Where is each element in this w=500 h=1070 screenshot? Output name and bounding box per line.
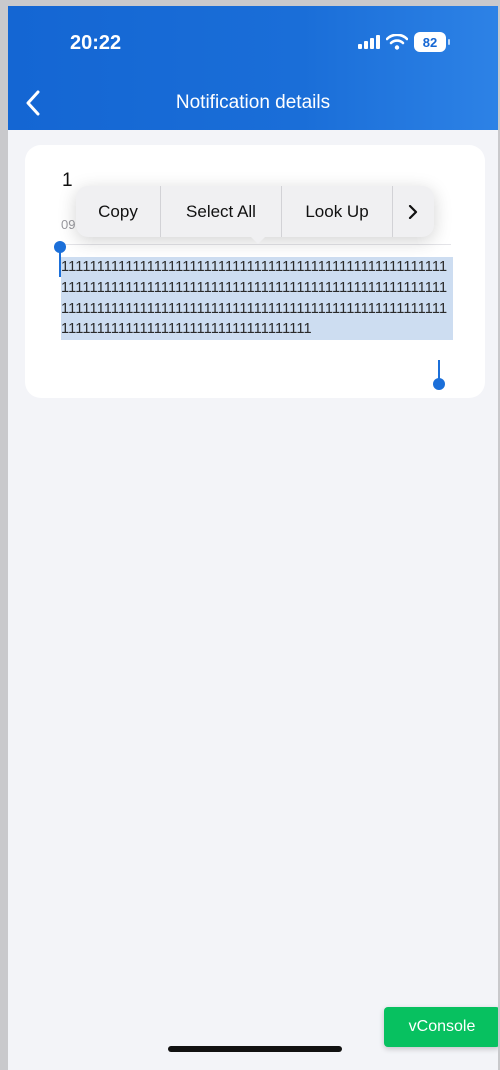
notification-date: 09 <box>61 217 76 232</box>
copy-menu-item[interactable]: Copy <box>76 186 161 237</box>
battery-indicator: 82 <box>414 32 450 52</box>
battery-level: 82 <box>422 34 438 50</box>
vconsole-button[interactable]: vConsole <box>384 1007 498 1047</box>
status-time: 20:22 <box>70 32 122 54</box>
selection-start-line <box>59 249 61 277</box>
status-icons: 82 <box>358 30 450 54</box>
text-context-menu: Copy Select All Look Up <box>76 186 434 237</box>
notification-title: 1 <box>62 170 73 191</box>
menu-pointer <box>249 235 267 244</box>
chevron-right-icon <box>408 204 418 219</box>
page-title: Notification details <box>175 92 331 113</box>
wifi-icon <box>386 34 408 50</box>
cellular-signal-icon <box>358 35 380 49</box>
select-all-menu-item[interactable]: Select All <box>161 186 282 237</box>
screen: 20:22 82 Notification details 1 09 11111… <box>8 6 498 1070</box>
divider <box>61 244 451 245</box>
notification-content[interactable]: 1111111111111111111111111111111111111111… <box>61 257 453 341</box>
home-indicator <box>168 1046 342 1052</box>
selection-end-handle[interactable] <box>433 378 445 390</box>
header: 20:22 82 Notification details <box>8 6 498 130</box>
look-up-menu-item[interactable]: Look Up <box>282 186 393 237</box>
notification-card: 1 09 11111111111111111111111111111111111… <box>25 145 485 398</box>
more-menu-button[interactable] <box>393 186 433 237</box>
